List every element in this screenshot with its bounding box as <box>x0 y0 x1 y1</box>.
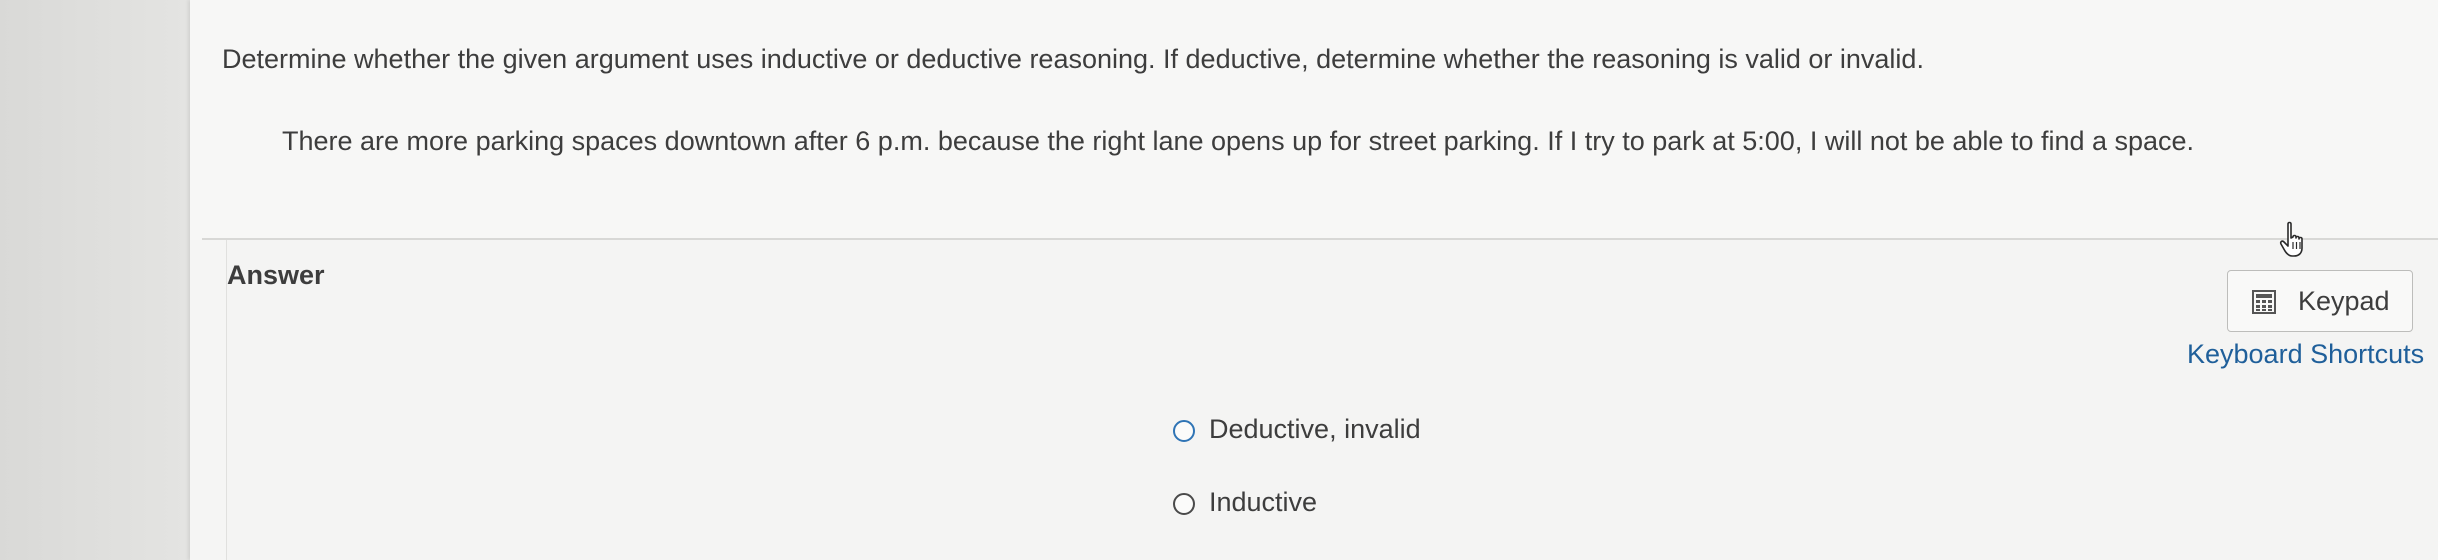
radio-button[interactable] <box>1173 420 1195 442</box>
left-gutter <box>0 0 190 560</box>
question-panel: Determine whether the given argument use… <box>190 0 2438 560</box>
radio-button[interactable] <box>1173 493 1195 515</box>
question-prompt: Determine whether the given argument use… <box>222 44 1924 74</box>
option-label: Deductive, invalid <box>1209 414 1421 444</box>
answer-section: Answer Keypad Keyboard Shortcuts Deducti… <box>226 221 2438 560</box>
calculator-icon <box>2252 290 2276 314</box>
keypad-button[interactable]: Keypad <box>2227 270 2413 332</box>
argument-statement: There are more parking spaces downtown a… <box>282 126 2195 156</box>
question-section: Determine whether the given argument use… <box>190 0 2438 240</box>
keypad-label: Keypad <box>2298 286 2390 316</box>
answer-label: Answer <box>227 260 325 290</box>
option-label: Inductive <box>1209 487 1318 517</box>
hand-pointer-icon <box>2279 221 2303 257</box>
keyboard-shortcuts-link[interactable]: Keyboard Shortcuts <box>2187 339 2424 370</box>
